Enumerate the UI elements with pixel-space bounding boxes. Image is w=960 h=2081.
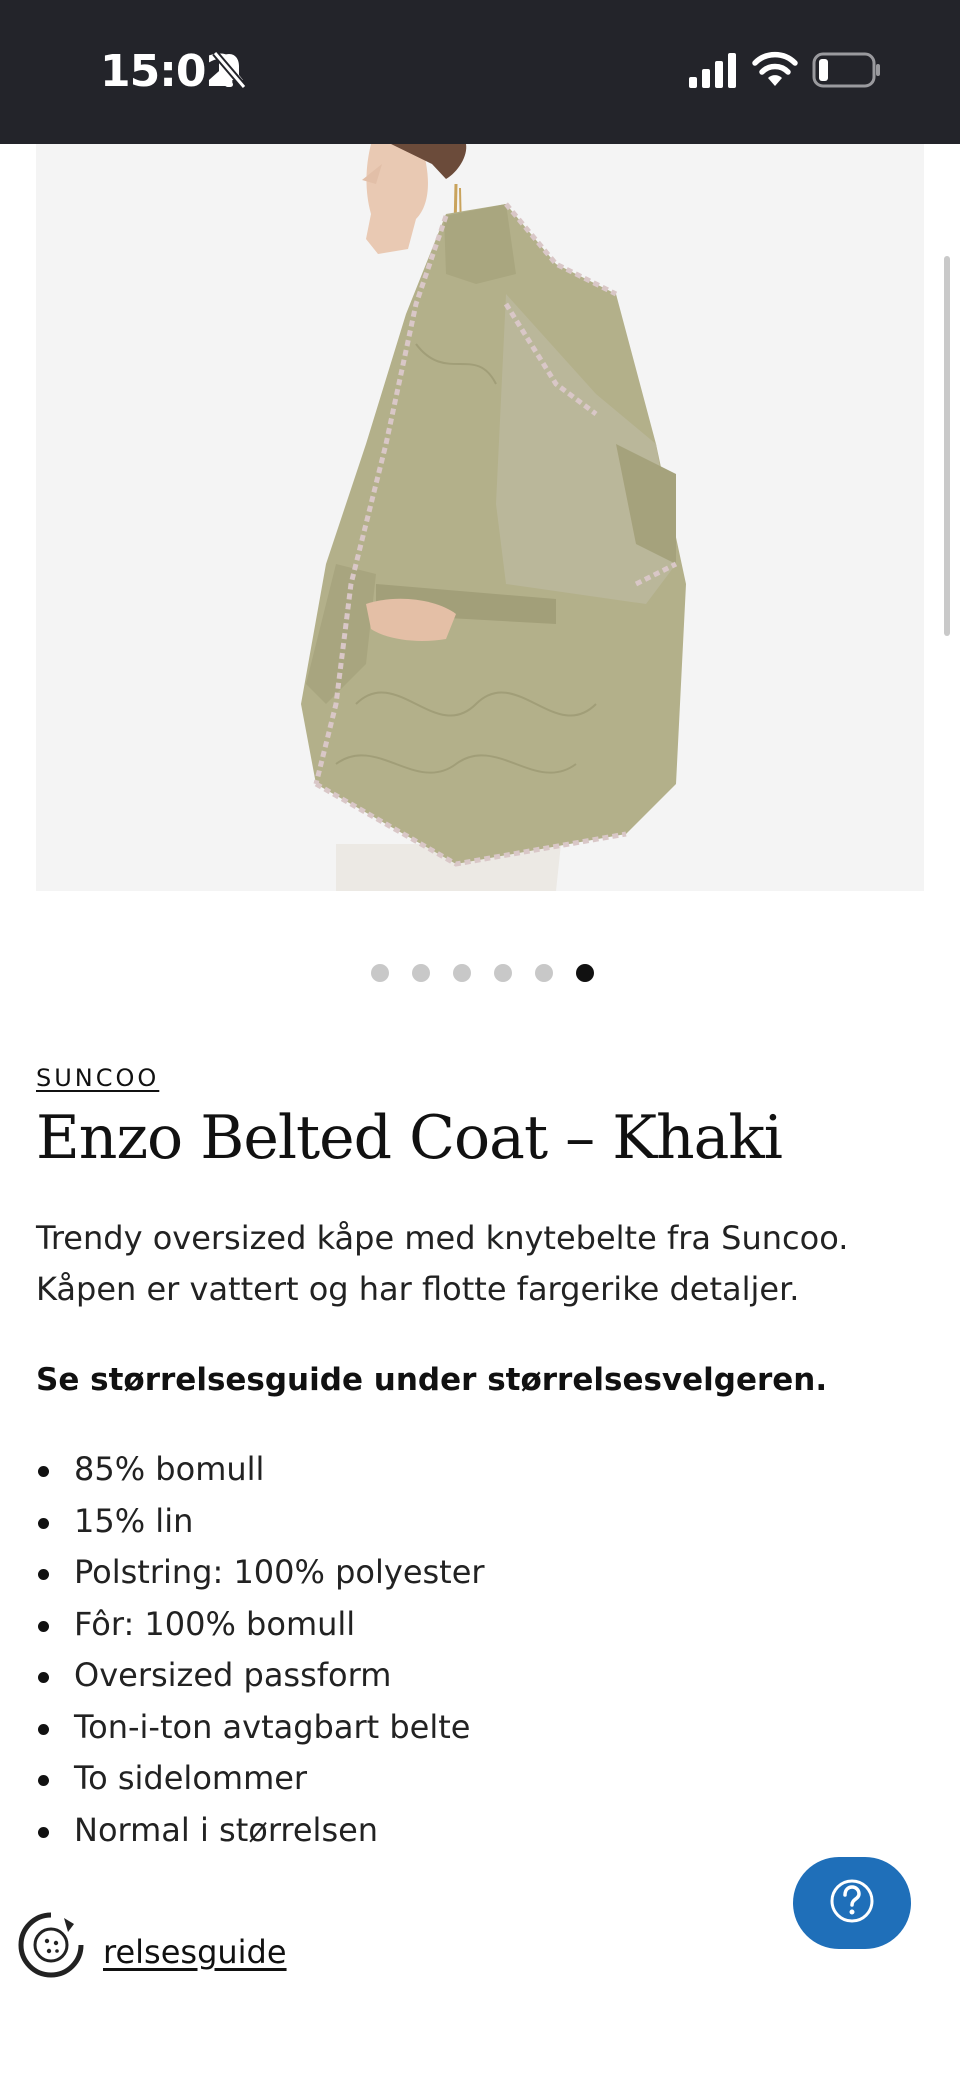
product-image[interactable] [36,144,924,891]
feature-item: Normal i størrelsen [36,1805,485,1857]
feature-item: 85% bomull [36,1444,485,1496]
question-mark-icon [829,1878,875,1928]
carousel-dot[interactable] [534,964,553,982]
carousel-dots [0,964,960,984]
bell-slash-icon [212,50,247,94]
page-scrollbar[interactable] [944,256,950,636]
feature-list: 85% bomull 15% lin Polstring: 100% polyest… [36,1444,485,1856]
product-title: Enzo Belted Coat – Khaki [36,1103,783,1173]
wifi-icon [752,50,798,92]
carousel-dot[interactable] [452,964,471,982]
size-guide-note: Se størrelsesguide under størrelsesvelge… [36,1362,828,1398]
cookie-settings-icon[interactable] [16,1910,86,1984]
feature-item: Polstring: 100% polyester [36,1547,485,1599]
brand-link[interactable]: SUNCOO [36,1064,159,1092]
size-guide-link[interactable]: relsesguide [103,1930,287,1974]
carousel-dot[interactable] [493,964,512,982]
feature-item: Ton-i-ton avtagbart belte [36,1702,485,1754]
product-description: Trendy oversized kåpe med knytebelte fra… [36,1219,849,1308]
help-button[interactable] [793,1857,911,1949]
carousel-dot[interactable] [370,964,389,982]
feature-item: Fôr: 100% bomull [36,1599,485,1651]
status-bar: 15:02 [0,0,960,144]
carousel-dot[interactable] [411,964,430,982]
carousel-dot[interactable] [575,964,594,982]
feature-item: To sidelommer [36,1753,485,1805]
signal-icon [688,52,738,92]
feature-item: Oversized passform [36,1650,485,1702]
feature-item: 15% lin [36,1496,485,1548]
battery-icon [812,52,882,92]
